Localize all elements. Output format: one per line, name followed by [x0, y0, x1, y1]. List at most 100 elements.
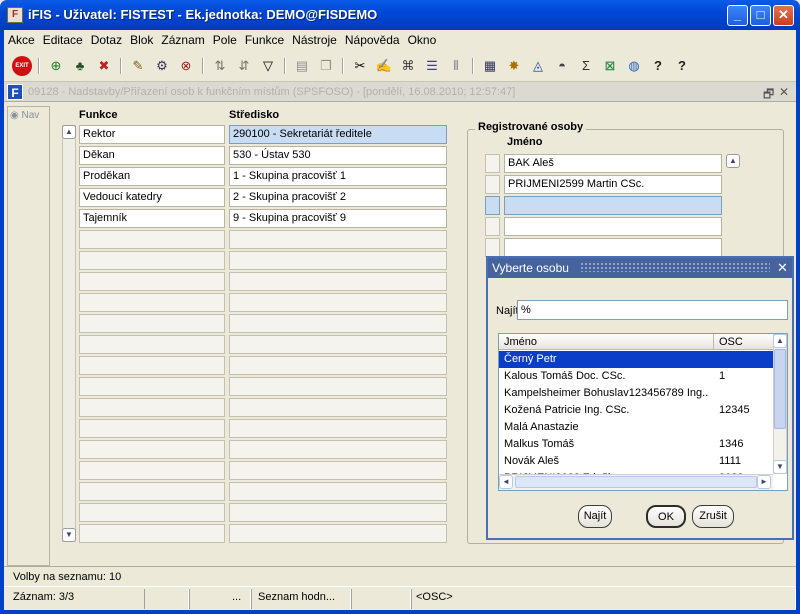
funkce-cell[interactable]: [79, 251, 225, 270]
funkce-cell[interactable]: Děkan: [79, 146, 225, 165]
funkce-cell[interactable]: [79, 524, 225, 543]
stredisko-cell[interactable]: [229, 482, 447, 501]
compass-icon[interactable]: ◬: [528, 56, 548, 76]
reg-name-cell[interactable]: [504, 217, 722, 236]
reg-checkbox[interactable]: [485, 154, 500, 173]
person-row[interactable]: Novák Aleš 1111: [499, 453, 773, 470]
funkce-cell[interactable]: Proděkan: [79, 167, 225, 186]
funkce-cell[interactable]: [79, 377, 225, 396]
menu-blok[interactable]: Blok: [126, 30, 157, 47]
stredisko-cell[interactable]: [229, 524, 447, 543]
funkce-cell[interactable]: [79, 440, 225, 459]
print-preview-icon[interactable]: ▤: [292, 56, 312, 76]
person-row[interactable]: Malkus Tomáš 1346: [499, 436, 773, 453]
funkce-cell[interactable]: [79, 482, 225, 501]
funkce-cell[interactable]: Rektor: [79, 125, 225, 144]
stredisko-cell[interactable]: [229, 251, 447, 270]
stredisko-cell[interactable]: [229, 335, 447, 354]
menu-dotaz[interactable]: Dotaz: [87, 30, 126, 47]
stredisko-cell[interactable]: [229, 230, 447, 249]
person-row[interactable]: Kampelsheimer Bohuslav123456789 Ing...: [499, 385, 773, 402]
reg-checkbox[interactable]: [485, 217, 500, 236]
report-icon[interactable]: ▦: [480, 56, 500, 76]
list-up-icon[interactable]: ▲: [773, 334, 787, 348]
save-icon[interactable]: ⊕: [46, 56, 66, 76]
stredisko-cell[interactable]: [229, 272, 447, 291]
nav-pane[interactable]: ◉ Nav: [7, 106, 50, 566]
stredisko-cell[interactable]: 1 - Skupina pracovišť 1: [229, 167, 447, 186]
columns-icon[interactable]: ⫴: [446, 56, 466, 76]
reg-checkbox[interactable]: [485, 196, 500, 215]
list-right-icon[interactable]: ►: [757, 475, 771, 489]
stredisko-cell[interactable]: 530 - Ústav 530: [229, 146, 447, 165]
execute-query-icon[interactable]: ⚙: [152, 56, 172, 76]
close-form-icon[interactable]: ✕: [779, 85, 789, 99]
stredisko-cell[interactable]: 2 - Skupina pracovišť 2: [229, 188, 447, 207]
funkce-cell[interactable]: [79, 461, 225, 480]
help-icon[interactable]: ?: [648, 56, 668, 76]
globe-icon[interactable]: ◍: [624, 56, 644, 76]
list-hthumb[interactable]: [515, 476, 757, 488]
stredisko-cell[interactable]: [229, 377, 447, 396]
scroll-down-icon[interactable]: ▼: [62, 528, 76, 542]
menu-editace[interactable]: Editace: [39, 30, 87, 47]
delete-icon[interactable]: ✖: [94, 56, 114, 76]
reg-name-cell[interactable]: [504, 238, 722, 257]
funkce-cell[interactable]: [79, 335, 225, 354]
reg-scroll-up-icon[interactable]: ▲: [726, 154, 740, 168]
exit-icon[interactable]: EXIT: [12, 56, 32, 76]
filter-icon[interactable]: ▽: [258, 56, 278, 76]
stredisko-cell[interactable]: 9 - Skupina pracovišť 9: [229, 209, 447, 228]
stredisko-cell[interactable]: [229, 314, 447, 333]
lock-icon[interactable]: ◓: [552, 56, 572, 76]
menu-funkce[interactable]: Funkce: [241, 30, 288, 47]
menu-nastroje[interactable]: Nástroje: [288, 30, 341, 47]
excel-icon[interactable]: ⊠: [600, 56, 620, 76]
sort-asc-icon[interactable]: ⇅: [210, 56, 230, 76]
person-row[interactable]: Kalous Tomáš Doc. CSc. 1: [499, 368, 773, 385]
funkce-cell[interactable]: Vedoucí katedry: [79, 188, 225, 207]
enter-query-icon[interactable]: ✎: [128, 56, 148, 76]
funkce-cell[interactable]: [79, 314, 225, 333]
maximize-button[interactable]: □: [750, 5, 771, 26]
list-down-icon[interactable]: ▼: [773, 460, 787, 474]
cancel-button[interactable]: Zrušit: [692, 505, 734, 528]
funkce-cell[interactable]: [79, 272, 225, 291]
sort-desc-icon[interactable]: ⇵: [234, 56, 254, 76]
list-col-name[interactable]: Jméno: [504, 336, 537, 348]
edit-icon[interactable]: ✍: [374, 56, 394, 76]
menu-akce[interactable]: Akce: [4, 30, 39, 47]
print-icon[interactable]: ♣: [70, 56, 90, 76]
list-vthumb[interactable]: [774, 349, 786, 429]
close-window-button[interactable]: ✕: [773, 5, 794, 26]
tree-icon[interactable]: ⌘: [398, 56, 418, 76]
funkce-cell[interactable]: [79, 419, 225, 438]
restore-icon[interactable]: 🗗: [763, 85, 774, 106]
funkce-cell[interactable]: [79, 230, 225, 249]
list-col-osc[interactable]: OSC: [719, 336, 743, 348]
stredisko-cell[interactable]: [229, 293, 447, 312]
menu-zaznam[interactable]: Záznam: [157, 30, 208, 47]
reg-name-cell[interactable]: [504, 196, 722, 215]
dialog-close-icon[interactable]: ✕: [777, 260, 788, 276]
stredisko-cell[interactable]: 290100 - Sekretariát ředitele: [229, 125, 447, 144]
sum-icon[interactable]: Σ: [576, 56, 596, 76]
scroll-up-icon[interactable]: ▲: [62, 125, 76, 139]
copy-icon[interactable]: ❐: [316, 56, 336, 76]
person-row[interactable]: Malá Anastazie: [499, 419, 773, 436]
reg-name-cell[interactable]: BAK Aleš: [504, 154, 722, 173]
menu-pole[interactable]: Pole: [209, 30, 241, 47]
minimize-button[interactable]: _: [727, 5, 748, 26]
help-context-icon[interactable]: ?: [672, 56, 692, 76]
funkce-cell[interactable]: [79, 293, 225, 312]
stredisko-cell[interactable]: [229, 440, 447, 459]
stredisko-cell[interactable]: [229, 461, 447, 480]
list-icon[interactable]: ☰: [422, 56, 442, 76]
reg-name-cell[interactable]: PRIJMENI2599 Martin CSc.: [504, 175, 722, 194]
funkce-cell[interactable]: [79, 356, 225, 375]
person-row[interactable]: Černý Petr: [499, 351, 773, 368]
list-hscroll[interactable]: ◄ ►: [499, 474, 773, 490]
person-row[interactable]: Kožená Patricie Ing. CSc. 12345: [499, 402, 773, 419]
person-list[interactable]: Jméno OSC Černý Petr Kalous Tomáš Doc. CS…: [498, 333, 788, 491]
find-input[interactable]: %: [517, 300, 788, 320]
